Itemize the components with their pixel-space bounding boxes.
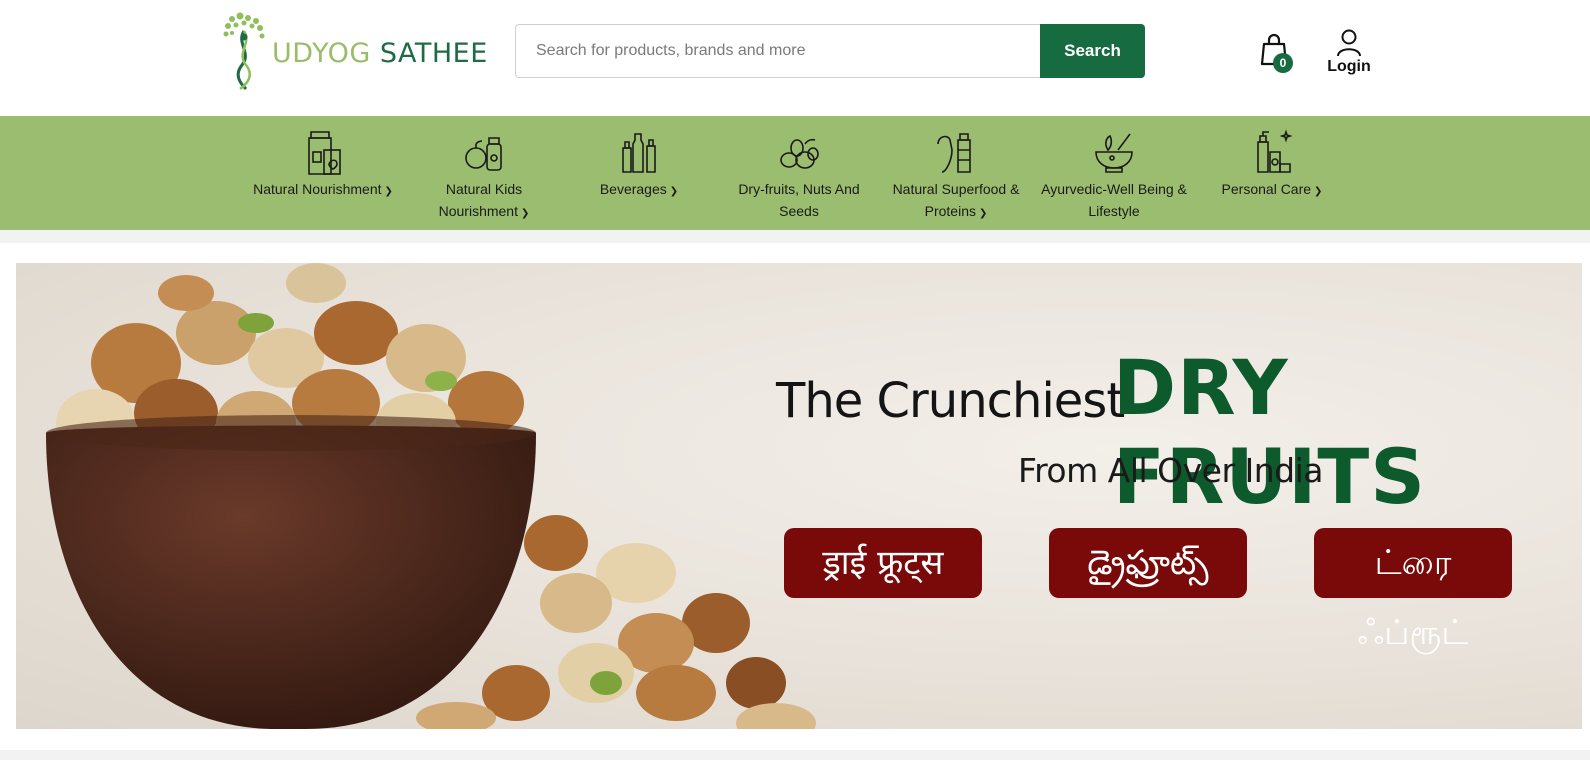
chevron-down-icon: ❯	[520, 208, 530, 219]
chevron-down-icon: ❯	[669, 186, 679, 197]
chevron-down-icon: ❯	[384, 186, 393, 197]
hero-section: The Crunchiest DRY FRUITS From All Over …	[0, 243, 1590, 750]
personal-care-icon	[1257, 129, 1293, 173]
search-input[interactable]	[515, 24, 1040, 78]
site-header: UDYOG SATHEE Search 0 Login	[0, 0, 1590, 116]
mortar-pestle-icon	[1095, 133, 1133, 173]
chevron-down-icon: ❯	[1314, 186, 1323, 197]
nav-label: Natural Nourishment ❯	[248, 178, 398, 203]
grocery-jar-icon	[308, 131, 341, 175]
nuts-icon	[780, 138, 819, 169]
cart-button[interactable]: 0	[1258, 32, 1294, 73]
search-bar: Search	[515, 24, 1145, 78]
category-nav: Natural Nourishment ❯ Natural Kids Nourish…	[0, 116, 1590, 230]
banner-title-prefix: The Crunchiest	[776, 373, 1125, 429]
nav-label: Ayurvedic-Well Being & Lifestyle	[1041, 181, 1187, 219]
language-pill-tamil[interactable]: ட்ரை ஃப்ரூட்	[1314, 528, 1512, 653]
chevron-down-icon: ❯	[978, 208, 988, 219]
nav-label: Beverages ❯	[594, 178, 684, 203]
nav-ayurvedic-well-being[interactable]: Ayurvedic-Well Being & Lifestyle	[1038, 124, 1190, 222]
kids-food-icon	[465, 137, 502, 171]
nav-label: Natural Kids Nourishment ❯	[428, 178, 540, 225]
search-button[interactable]: Search	[1040, 24, 1145, 78]
nav-beverages[interactable]: Beverages ❯	[594, 124, 684, 203]
login-label: Login	[1327, 58, 1371, 75]
nav-label: Personal Care ❯	[1216, 178, 1328, 203]
bottles-icon	[622, 133, 656, 173]
nav-natural-nourishment[interactable]: Natural Nourishment ❯	[248, 124, 398, 203]
protein-icon	[937, 133, 971, 173]
language-pill-hindi[interactable]: ड्राई फ्रूट्स	[784, 528, 982, 598]
nuts-bowl-illustration	[46, 263, 816, 729]
nav-natural-kids-nourishment[interactable]: Natural Kids Nourishment ❯	[428, 124, 540, 225]
nav-label: Dry-fruits, Nuts And Seeds	[738, 181, 860, 219]
nav-natural-superfood-proteins[interactable]: Natural Superfood & Proteins ❯	[886, 124, 1026, 225]
language-pill-telugu[interactable]: డ్రైఫ్రూట్స్	[1049, 528, 1247, 598]
cart-count-badge: 0	[1273, 53, 1293, 73]
nav-dry-fruits-nuts-seeds[interactable]: Dry-fruits, Nuts And Seeds	[730, 124, 868, 222]
brand-name: UDYOG SATHEE	[272, 37, 488, 69]
user-icon	[1337, 29, 1361, 57]
nav-personal-care[interactable]: Personal Care ❯	[1216, 124, 1328, 203]
login-button[interactable]: Login	[1327, 28, 1371, 76]
hero-banner[interactable]: The Crunchiest DRY FRUITS From All Over …	[16, 263, 1582, 729]
brand-logo[interactable]: UDYOG SATHEE	[218, 10, 488, 92]
banner-title-highlight: DRY FRUITS	[1113, 343, 1427, 521]
nav-label: Natural Superfood & Proteins ❯	[886, 178, 1026, 225]
banner-subtitle: From All Over India	[1018, 451, 1324, 490]
tree-dna-icon	[223, 12, 265, 91]
